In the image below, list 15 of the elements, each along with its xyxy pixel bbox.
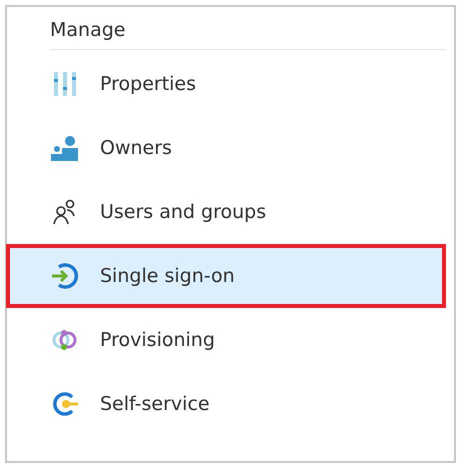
menu-item-label: Provisioning [100,329,215,351]
menu-item-label: Users and groups [100,201,266,223]
menu-item[interactable]: Self-service [7,372,446,436]
menu-item[interactable]: Users and groups [7,180,446,244]
menu-item-label: Self-service [100,393,210,415]
menu-item[interactable]: Properties [7,52,446,116]
menu-item-label: Single sign-on [100,265,235,287]
menu-item-label: Owners [100,137,172,159]
menu-item[interactable]: Provisioning [7,308,446,372]
menu-item-label: Properties [100,73,196,95]
menu-item[interactable]: Owners [7,116,446,180]
people-icon [50,133,80,163]
menu-item[interactable]: Single sign-on [6,244,446,308]
sign-in-icon [50,261,80,291]
section-title: Manage [50,19,446,50]
